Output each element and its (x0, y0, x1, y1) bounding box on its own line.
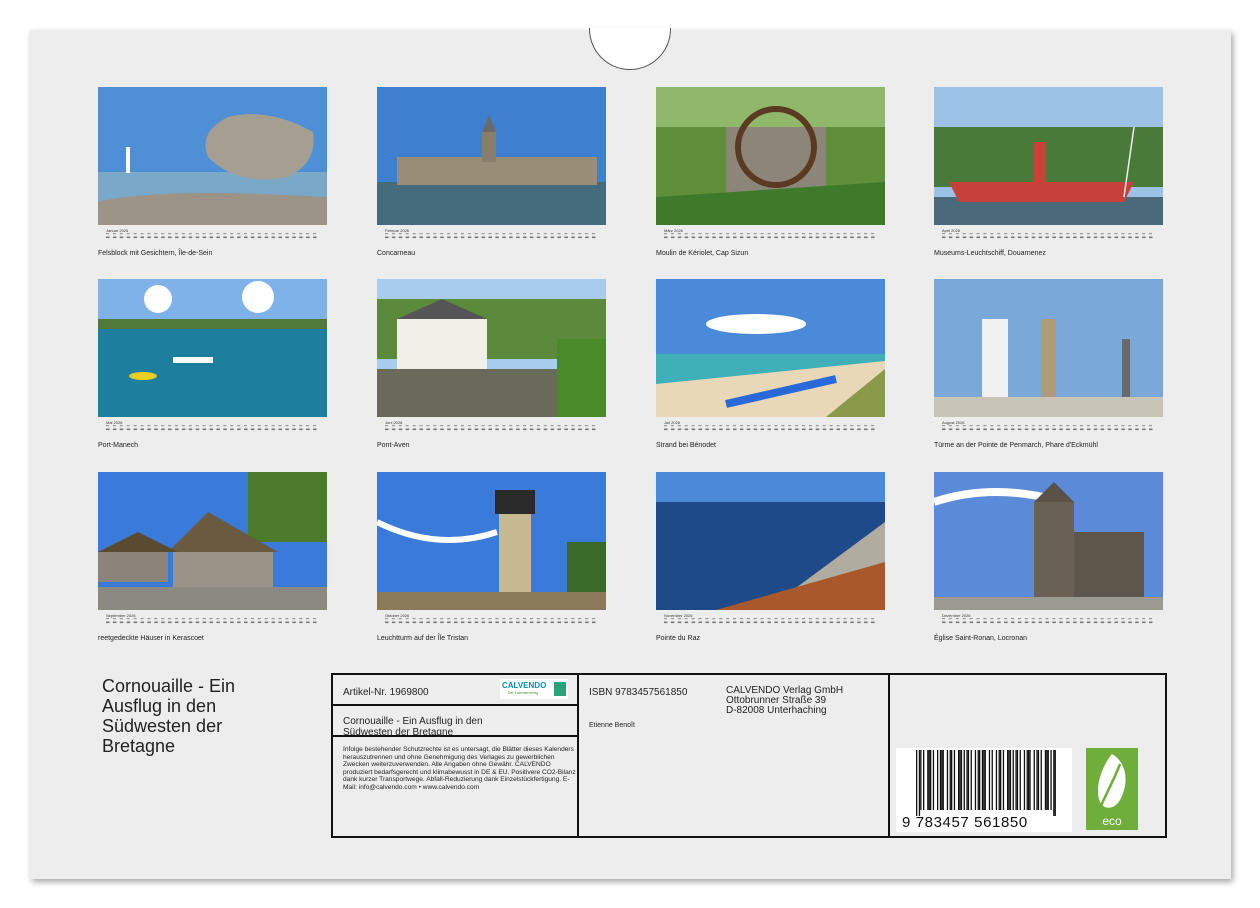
fortress-harbor-photo (377, 87, 606, 225)
lightship-photo (934, 87, 1163, 225)
photo-caption: Museums-Leuchtschiff, Douarnenez (934, 250, 1046, 257)
photo-caption: Église Saint-Ronan, Locronan (934, 635, 1028, 642)
article-number: Artikel-Nr. 1969800 (343, 687, 429, 698)
photo-caption: Leuchtturm auf der Île Tristan (377, 635, 469, 642)
mini-calendar: April 2026 (934, 228, 1163, 244)
calvendo-logo: CALVENDO Der Kalenderverlag (500, 679, 568, 699)
info-subtitle: Cornouaille - Ein Ausflug in den Südwest… (343, 716, 483, 738)
mini-calendar: Januar 2026 (98, 228, 327, 244)
mini-calendar: Mai 2026 (98, 420, 327, 436)
photo-caption: Türme an der Pointe de Penmarch, Phare d… (934, 442, 1098, 449)
mini-calendar: Oktober 2026 (377, 613, 606, 629)
photo-caption: Concarneau (377, 250, 416, 257)
photo-caption: Moulin de Kériolet, Cap Sizun (656, 250, 749, 257)
photo-caption: Felsblock mit Gesichtern, Île-de-Sein (98, 250, 213, 257)
photo-caption: Strand bei Bénodet (656, 442, 716, 449)
photo-caption: Pointe du Raz (656, 635, 700, 642)
river-village-photo (377, 279, 606, 417)
towers-photo (934, 279, 1163, 417)
isbn: ISBN 9783457561850 (589, 687, 688, 698)
beach-kayaks-photo (656, 279, 885, 417)
boats-bay-photo (98, 279, 327, 417)
mini-calendar: Juni 2026 (377, 420, 606, 436)
thatched-houses-photo (98, 472, 327, 610)
eco-label: eco (1102, 814, 1122, 828)
legal-notice: Infolge bestehender Schutzrechte ist es … (343, 746, 576, 791)
photo-caption: Pont-Aven (377, 442, 410, 449)
publisher-city: D-82008 Unterhaching (726, 705, 827, 716)
author: Etienne Benoît (589, 722, 635, 729)
barcode-digits: 9 783457 561850 (902, 814, 1028, 831)
mini-calendar: Juli 2026 (656, 420, 885, 436)
mini-calendar: November 2026 (656, 613, 885, 629)
mini-calendar: Februar 2026 (377, 228, 606, 244)
cliff-coast-photo (656, 472, 885, 610)
photo-caption: reetgedeckte Häuser in Kerascoet (98, 635, 204, 642)
water-mill-photo (656, 87, 885, 225)
rock-lighthouse-photo (98, 87, 327, 225)
eco-badge: eco (1086, 748, 1138, 830)
church-photo (934, 472, 1163, 610)
calendar-title: Cornouaille - Ein Ausflug in den Südwest… (102, 676, 236, 756)
photo-caption: Port-Manech (98, 442, 139, 449)
mini-calendar: Dezember 2026 (934, 613, 1163, 629)
isbn-barcode: 9 783457 561850 (896, 748, 1072, 832)
mini-calendar: August 2026 (934, 420, 1163, 436)
mini-calendar: September 2026 (98, 613, 327, 629)
mini-calendar: März 2026 (656, 228, 885, 244)
lighthouse-photo (377, 472, 606, 610)
